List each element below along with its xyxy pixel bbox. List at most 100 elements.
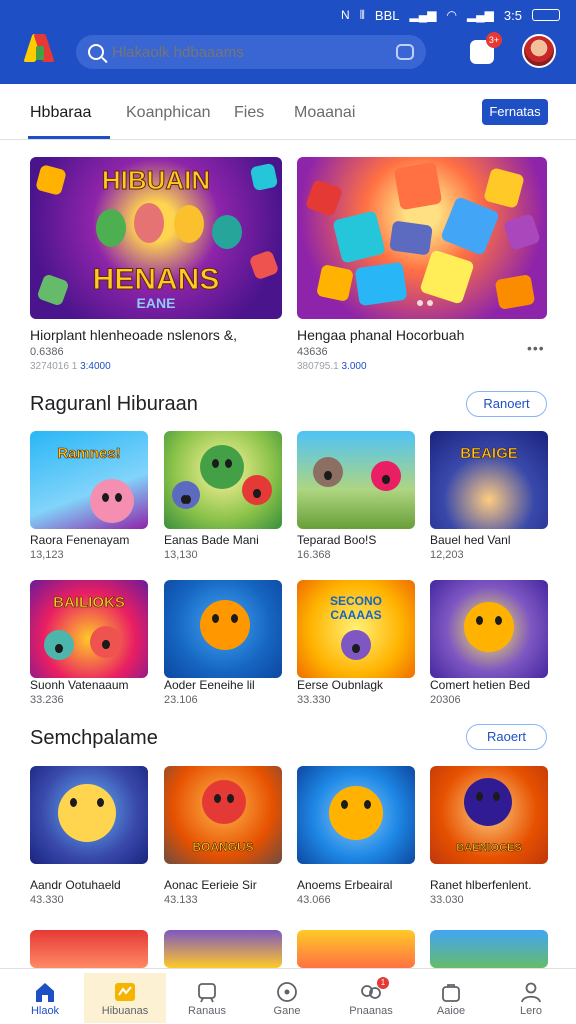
app-header: N ⦀ BBL ▂▄▆ ◠ ▂▄▆ 3:5 3+ [0,0,576,84]
community-icon: 1 [359,977,389,1003]
game-card-10[interactable]: BOANGUS [164,766,282,864]
bottom-navigation: Hlaok Hibuanas Ranaus Gane 1 Pnaanas Aai… [0,968,576,1024]
nav-label: Pnaanas [349,1005,393,1017]
home-icon [33,981,57,1003]
game-card-13[interactable] [30,930,148,968]
featured-meta-2: 380795.1 3.000 [297,361,367,372]
nav-label: Aaioe [436,1005,466,1017]
featured-art-tag: EANE [136,295,176,311]
avatar[interactable] [522,34,556,68]
featured-meta-left: 380795.1 [297,361,339,372]
game-card-9[interactable] [30,766,148,864]
featured-art-title: HIBUAIN [101,165,211,196]
section-2-more-button[interactable]: Raoert [466,724,547,750]
nav-bag[interactable]: Aaioe [410,973,492,1023]
game-name[interactable]: Raora Fenenayam [30,533,155,547]
featured-banner-2[interactable] [297,157,547,319]
game-name[interactable]: Suonh Vatenaaum [30,678,155,692]
featured-meta-left: 3274016 1 [30,361,78,372]
game-card-11[interactable] [297,766,415,864]
scan-icon[interactable] [396,44,414,60]
game-name[interactable]: Anoems Erbeairal [297,878,422,892]
game-count: 33.236 [30,694,64,706]
game-card-5[interactable]: BAILIOKS [30,580,148,678]
game-name[interactable]: Aoder Eeneihe lil [164,678,289,692]
search-icon [88,44,104,60]
wifi-icon: ◠ [446,8,457,22]
game-name[interactable]: Ranet hlberfenlent. [430,878,555,892]
nav-ranking[interactable]: Ranaus [166,973,248,1023]
alarm-icon: N [340,8,350,22]
game-card-7[interactable]: SECONO CAAAAS [297,580,415,678]
game-card-12[interactable]: BAENIOCES [430,766,548,864]
game-card-14[interactable] [164,930,282,968]
nav-games[interactable]: Hibuanas [84,973,166,1023]
section-title-2: Semchpalame [30,727,158,749]
games-icon [113,981,137,1003]
card-banner: BOANGUS [192,840,254,855]
game-card-2[interactable] [164,431,282,529]
game-card-15[interactable] [297,930,415,968]
notifications-icon[interactable]: 3+ [470,32,502,64]
more-options-icon[interactable]: ••• [527,340,545,356]
nav-label: Lero [519,1005,543,1017]
tab-action-button[interactable]: Fernatas [482,99,548,125]
game-card-3[interactable] [297,431,415,529]
active-tab-indicator [28,136,110,139]
top-tabs: Hbbaraa Koanphican Fies Moaanai Fernatas [0,84,576,140]
game-count: 12,203 [430,549,464,561]
game-name[interactable]: Aandr Ootuhaeld [30,878,155,892]
game-card-8[interactable] [430,580,548,678]
game-name[interactable]: Eanas Bade Mani [164,533,289,547]
section-title-1: Raguranl Hiburaan [30,393,198,415]
nav-badge: 1 [377,977,389,989]
card-banner: BAILIOKS [53,594,125,612]
search-input[interactable] [112,43,396,61]
featured-title-2[interactable]: Hengaa phanal Hocorbuah [297,327,547,343]
signal-icon-2: ▂▄▆ [466,8,494,22]
game-count: 16.368 [297,549,331,561]
game-count: 33.030 [430,894,464,906]
notification-badge: 3+ [486,32,502,48]
featured-meta-right: 3:4000 [80,361,111,372]
game-card-1[interactable]: Ramnes! [30,431,148,529]
tab-more[interactable]: Moaanai [294,104,355,122]
search-bar[interactable] [76,35,426,69]
nav-game[interactable]: Gane [246,973,328,1023]
game-count: 23.106 [164,694,198,706]
app-logo[interactable] [23,32,56,64]
bag-icon [439,981,463,1003]
game-name[interactable]: Eerse Oubnlagk [297,678,422,692]
game-card-4[interactable]: BEAIGE [430,431,548,529]
person-icon [519,981,543,1003]
featured-banner-1[interactable]: HIBUAIN HENANS EANE [30,157,282,319]
game-count: 13,123 [30,549,64,561]
game-name[interactable]: Comert hetien Bed [430,678,555,692]
featured-sub-1: 0.6386 [30,346,64,358]
featured-meta-1: 3274016 1 3:4000 [30,361,111,372]
tab-category[interactable]: Koanphican [126,104,211,122]
battery-icon [532,9,560,21]
nav-home[interactable]: Hlaok [4,973,86,1023]
nav-profile[interactable]: Lero [490,973,572,1023]
nav-label: Hlaok [30,1005,60,1017]
game-name[interactable]: Teparad Boo!S [297,533,422,547]
game-card-6[interactable] [164,580,282,678]
nav-community[interactable]: 1 Pnaanas [330,973,412,1023]
card-banner: Ramnes! [57,445,121,463]
tab-home[interactable]: Hbbaraa [30,104,91,122]
game-card-16[interactable] [430,930,548,968]
featured-sub-2: 43636 [297,346,328,358]
featured-title-1[interactable]: Hiorplant hlenheoade nslenors &, [30,327,280,343]
card-banner: SECONO CAAAAS [329,594,382,622]
game-name[interactable]: Bauel hed Vanl [430,533,555,547]
game-count: 43.066 [297,894,331,906]
featured-meta-right: 3.000 [341,361,367,372]
game-name[interactable]: Aonac Eerieie Sir [164,878,289,892]
game-count: 13,130 [164,549,198,561]
tab-files[interactable]: Fies [234,104,264,122]
signal-icon: ▂▄▆ [409,8,437,22]
nav-label: Gane [273,1005,301,1017]
section-1-more-button[interactable]: Ranoert [466,391,547,417]
nav-label: Hibuanas [101,1005,149,1017]
